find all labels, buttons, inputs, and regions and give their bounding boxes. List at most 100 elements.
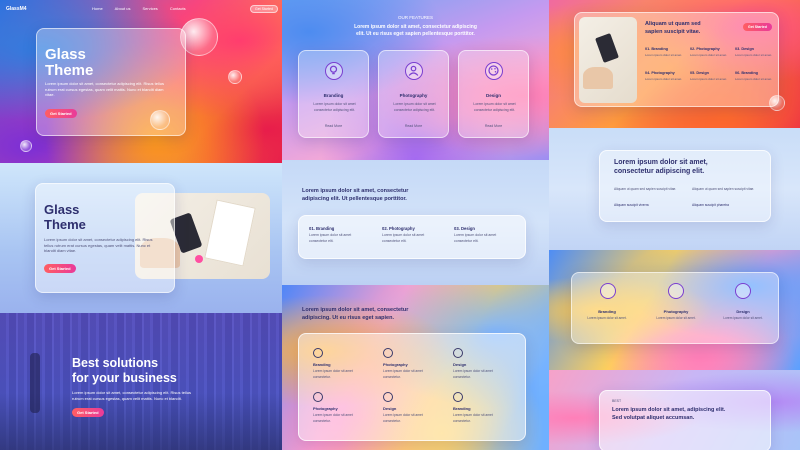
grid-item-text: Lorem ipsum dolor sit amet consectetur. — [313, 413, 353, 423]
glass-bubble — [20, 140, 32, 152]
top-nav: Home About us Services Contacts — [92, 6, 186, 11]
phone-image — [595, 33, 619, 63]
lightbulb-icon — [600, 283, 616, 299]
steps-title-line2: adipiscing elit. Ut pellentesque porttit… — [302, 196, 407, 202]
features-section: OUR FEATURES Lorem ipsum dolor sit amet,… — [282, 0, 549, 160]
marker-image — [195, 255, 203, 263]
nav-link-about[interactable]: About us — [115, 6, 131, 11]
column-left: GlassM4 Home About us Services Contacts … — [0, 0, 282, 450]
right-top-title-line2: sapien suscipit vitae. — [645, 29, 701, 35]
read-more-link[interactable]: Read More — [299, 124, 368, 128]
right-bottom-title-line1: Lorem ipsum dolor sit amet, adipiscing e… — [612, 407, 726, 413]
logo[interactable]: GlassM4 — [6, 6, 27, 12]
right-item-text: Lorem ipsum dolor sit amet. — [690, 53, 728, 57]
right-icon-text: Lorem ipsum dolor sit amet. — [656, 316, 696, 320]
hero-title-line2: Theme — [45, 62, 94, 79]
right-mid-col2-text: Aliquam ut quam sed sapien suscipit vita… — [692, 187, 755, 191]
desk-photo — [579, 17, 637, 103]
grid-item-label: Design — [383, 406, 397, 411]
grid-glass-panel: Branding Lorem ipsum dolor sit amet cons… — [298, 333, 526, 441]
right-icon-text: Lorem ipsum dolor sit amet. — [723, 316, 763, 320]
glass-bubble — [228, 70, 242, 84]
right-item-label: 05. Design — [690, 71, 709, 75]
feature-card-text: Lorem ipsum dolor sit amet consectetur a… — [473, 102, 516, 112]
step-label: 03. Design — [454, 226, 475, 231]
nav-link-home[interactable]: Home — [92, 6, 103, 11]
right-icon-label: Design — [736, 309, 750, 314]
right-icons-glass-card: Branding Lorem ipsum dolor sit amet. Pho… — [571, 272, 779, 344]
grid-item-text: Lorem ipsum dolor sit amet consectetur. — [383, 413, 423, 423]
right-top-get-started-button[interactable]: Get Started — [743, 23, 772, 31]
hand-image — [583, 67, 613, 89]
column-middle: OUR FEATURES Lorem ipsum dolor sit amet,… — [282, 0, 549, 450]
nav-link-services[interactable]: Services — [142, 6, 157, 11]
right-mid-glass-card: Lorem ipsum dolor sit amet, consectetur … — [599, 150, 771, 222]
right-bottom-eyebrow: BEST — [612, 399, 622, 403]
user-icon — [405, 62, 423, 80]
hero2-body-text: Lorem ipsum dolor sit amet, consectetur … — [44, 237, 153, 253]
grid-item-label: Design — [453, 362, 467, 367]
business-get-started-button[interactable]: Get Started — [72, 408, 104, 417]
grid-item-text: Lorem ipsum dolor sit amet consectetur. — [453, 413, 493, 423]
step-label: 02. Photography — [382, 226, 415, 231]
step-label: 01. Branding — [309, 226, 335, 231]
features-title-line1: Lorem ipsum dolor sit amet, consectetur … — [354, 24, 477, 30]
right-bottom-title-line2: Sed volutpat aliquet accumsan. — [612, 415, 695, 421]
user-icon — [383, 348, 393, 358]
feature-card-branding[interactable]: Branding Lorem ipsum dolor sit amet cons… — [298, 50, 369, 138]
hero-body-text: Lorem ipsum dolor sit amet, consectetur … — [45, 81, 164, 97]
grid-item-label: Photography — [383, 362, 408, 367]
right-item-text: Lorem ipsum dolor sit amet. — [645, 77, 683, 81]
palette-icon — [383, 392, 393, 402]
step-text: Lorem ipsum dolor sit amet consectetur e… — [454, 233, 497, 243]
grid-item-label: Photography — [313, 406, 338, 411]
feature-card-photography[interactable]: Photography Lorem ipsum dolor sit amet c… — [378, 50, 449, 138]
features-title-line2: elit. Ut eu risus eget sapien pellentesq… — [356, 31, 475, 37]
right-item-text: Lorem ipsum dolor sit amet. — [690, 77, 728, 81]
right-item-label: 03. Design — [735, 47, 754, 51]
read-more-link[interactable]: Read More — [379, 124, 448, 128]
right-mid-section: Lorem ipsum dolor sit amet, consectetur … — [549, 128, 800, 250]
step-text: Lorem ipsum dolor sit amet consectetur e… — [309, 233, 352, 243]
hero-light-section: Glass Theme Lorem ipsum dolor sit amet, … — [0, 163, 282, 313]
palette-icon — [485, 62, 503, 80]
hero2-glass-card: Glass Theme Lorem ipsum dolor sit amet, … — [35, 183, 175, 293]
column-right: Aliquam ut quam sed sapien suscipit vita… — [549, 0, 800, 450]
lightbulb-icon — [453, 392, 463, 402]
right-mid-col2-link[interactable]: Aliquam suscipit pharetra — [692, 203, 729, 207]
right-mid-title-line2: consectetur adipiscing elit. — [614, 168, 705, 175]
nav-link-contacts[interactable]: Contacts — [170, 6, 186, 11]
right-item-label: 06. Branding — [735, 71, 758, 75]
business-body-text: Lorem ipsum dolor sit amet, consectetur … — [72, 390, 191, 401]
grid-item-label: Branding — [313, 362, 331, 367]
feature-card-label: Design — [485, 93, 501, 98]
template-showcase: GlassM4 Home About us Services Contacts … — [0, 0, 800, 450]
right-top-title-line1: Aliquam ut quam sed — [645, 21, 701, 27]
hero-section: GlassM4 Home About us Services Contacts … — [0, 0, 282, 163]
features-eyebrow: OUR FEATURES — [398, 15, 433, 20]
right-bottom-section: BEST Lorem ipsum dolor sit amet, adipisc… — [549, 370, 800, 450]
hero2-title-line1: Glass — [44, 202, 80, 217]
hero2-get-started-button[interactable]: Get Started — [44, 264, 76, 273]
steps-glass-panel: 01. Branding Lorem ipsum dolor sit amet … — [298, 215, 526, 259]
right-item-label: 01. Branding — [645, 47, 668, 51]
right-mid-col1-text: Aliquam ut quam sed sapien suscipit vita… — [614, 187, 677, 191]
right-item-text: Lorem ipsum dolor sit amet. — [735, 77, 773, 81]
grid-title-line1: Lorem ipsum dolor sit amet, consectetur — [302, 307, 409, 313]
person-silhouette — [30, 353, 40, 413]
steps-section: Lorem ipsum dolor sit amet, consectetur … — [282, 160, 549, 285]
read-more-link[interactable]: Read More — [459, 124, 528, 128]
right-icon-text: Lorem ipsum dolor sit amet. — [587, 316, 627, 320]
right-item-label: 04. Photography — [645, 71, 675, 75]
right-mid-col1-link[interactable]: Aliquam suscipit viverra — [614, 203, 649, 207]
right-icons-section: Branding Lorem ipsum dolor sit amet. Pho… — [549, 250, 800, 370]
steps-title-line1: Lorem ipsum dolor sit amet, consectetur — [302, 188, 409, 194]
nav-cta-button[interactable]: Get Started — [250, 5, 278, 13]
feature-card-design[interactable]: Design Lorem ipsum dolor sit amet consec… — [458, 50, 529, 138]
grid-section: Lorem ipsum dolor sit amet, consectetur … — [282, 285, 549, 450]
hero-get-started-button[interactable]: Get Started — [45, 109, 77, 118]
lightbulb-icon — [313, 348, 323, 358]
palette-icon — [453, 348, 463, 358]
user-icon — [313, 392, 323, 402]
hero2-title-line2: Theme — [44, 217, 86, 232]
